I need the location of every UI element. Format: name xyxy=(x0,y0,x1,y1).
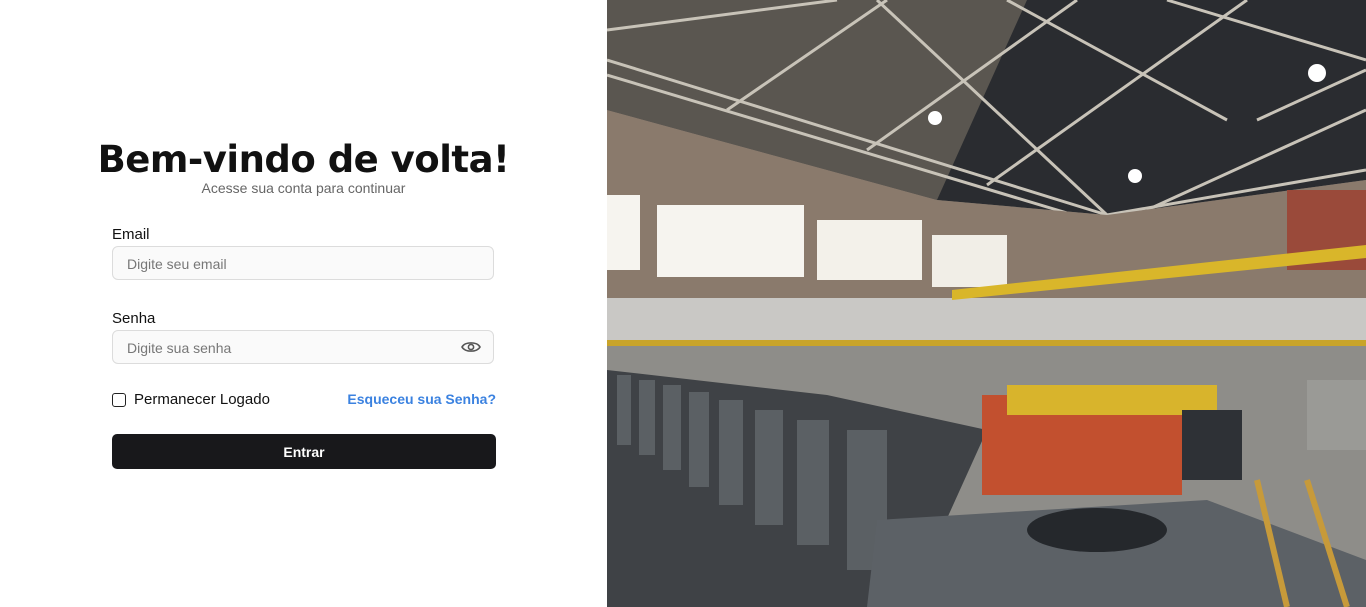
login-panel: Bem-vindo de volta! Acesse sua conta par… xyxy=(0,0,607,607)
page-title: Bem-vindo de volta! xyxy=(97,138,510,181)
forgot-password-link[interactable]: Esqueceu sua Senha? xyxy=(347,391,496,407)
factory-hero-image xyxy=(607,0,1366,607)
remember-label: Permanecer Logado xyxy=(134,391,270,408)
email-label: Email xyxy=(112,226,150,243)
password-field-wrapper xyxy=(112,330,494,365)
remember-me-row[interactable]: Permanecer Logado xyxy=(112,391,270,408)
remember-checkbox[interactable] xyxy=(112,392,126,407)
eye-icon[interactable] xyxy=(461,340,481,354)
password-label: Senha xyxy=(112,310,156,327)
login-button[interactable]: Entrar xyxy=(112,434,496,469)
page-subtitle: Acesse sua conta para continuar xyxy=(201,180,406,196)
email-field-wrapper xyxy=(112,246,494,281)
password-field[interactable] xyxy=(125,331,459,365)
email-field[interactable] xyxy=(125,247,459,281)
factory-illustration xyxy=(607,0,1366,607)
